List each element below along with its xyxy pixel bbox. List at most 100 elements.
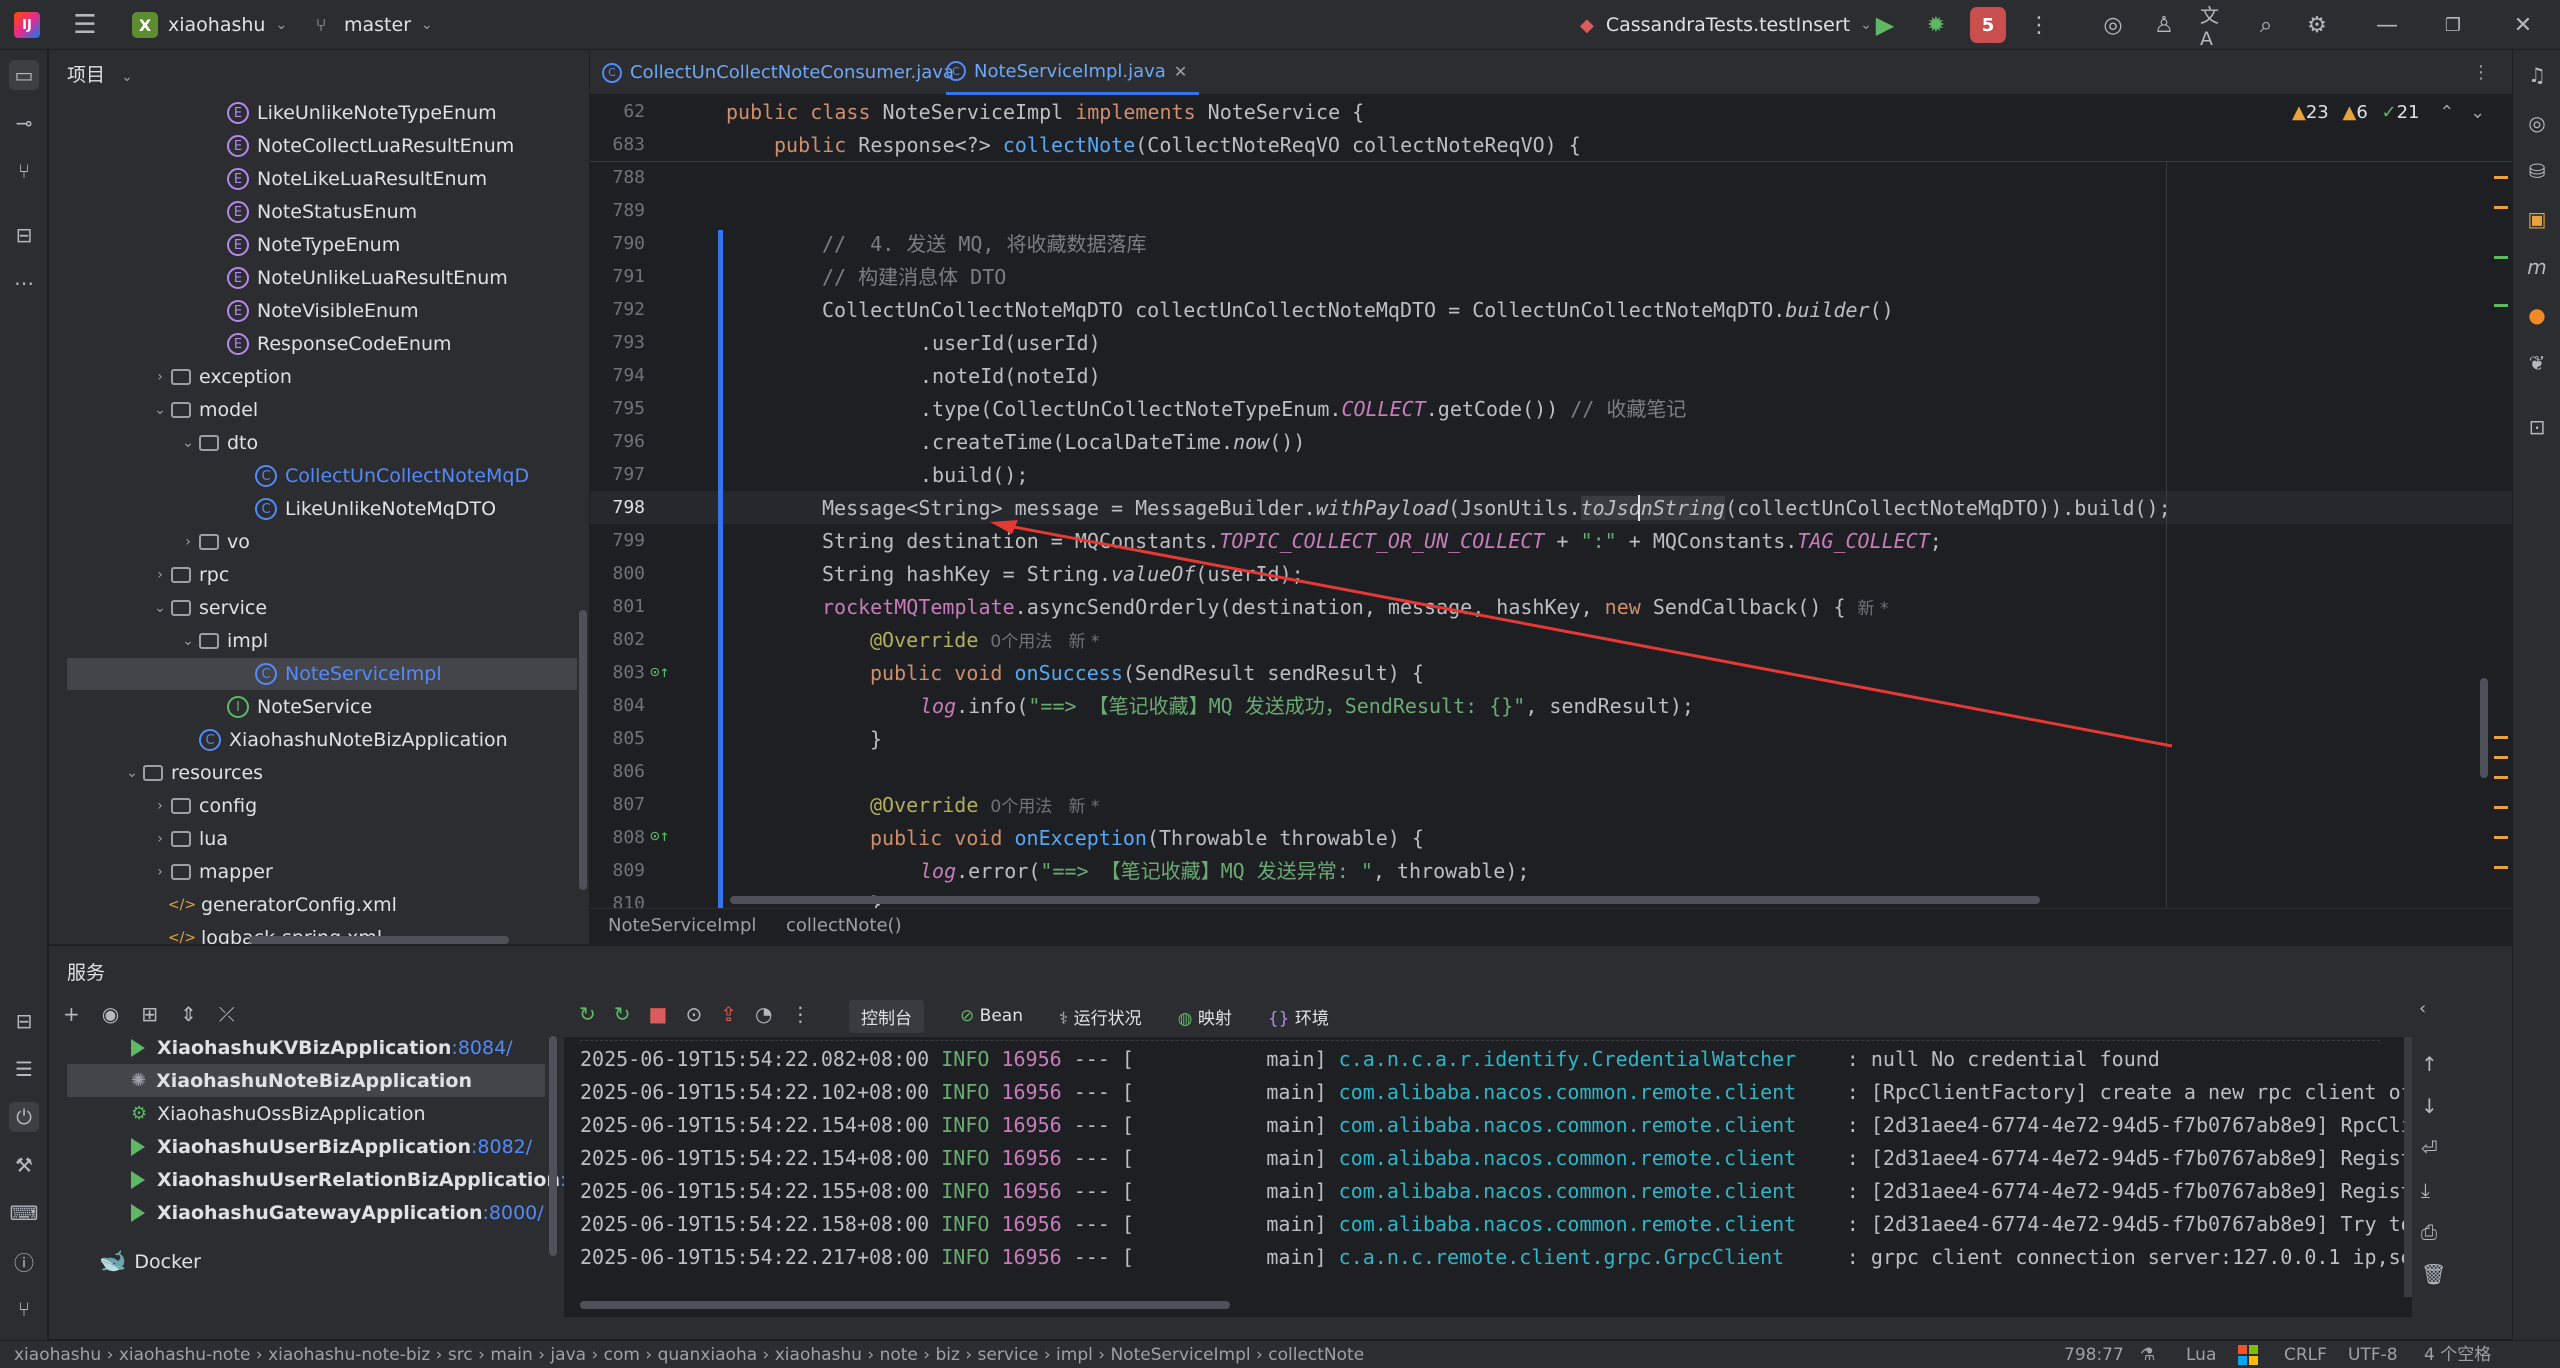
docker-node[interactable]: 🐋 Docker xyxy=(99,1245,201,1278)
path-segment[interactable]: service xyxy=(978,1345,1039,1365)
file-language[interactable]: Lua xyxy=(2186,1341,2216,1368)
log-logger[interactable]: com.alibaba.nacos.common.remote.client xyxy=(1339,1109,1811,1142)
tab-health[interactable]: ⚕ 运行状况 xyxy=(1059,1004,1142,1029)
tab-mappings[interactable]: ◍ 映射 xyxy=(1178,1004,1232,1029)
git-icon[interactable]: ⑂ xyxy=(9,1294,39,1324)
translate-panel-icon[interactable]: ⊡ xyxy=(2522,412,2552,442)
log-logger[interactable]: c.a.n.c.remote.client.grpc.GrpcClient xyxy=(1339,1241,1811,1274)
problems-icon[interactable]: ⓘ xyxy=(9,1246,39,1276)
service-app-item[interactable]: XiaohashuUserRelationBizApplication:8086… xyxy=(49,1163,621,1196)
screenshot-camera-icon[interactable]: ⊙ xyxy=(685,1002,702,1026)
path-segment[interactable]: impl xyxy=(1056,1345,1093,1365)
service-app-item[interactable]: ⚙ XiaohashuOssBizApplication xyxy=(49,1097,545,1130)
tree-item[interactable]: E NoteVisibleEnum xyxy=(49,295,579,327)
warning-stripe[interactable] xyxy=(2494,806,2508,809)
caret-position[interactable]: 798:77 xyxy=(2064,1341,2124,1368)
log-logger[interactable]: com.alibaba.nacos.common.remote.client xyxy=(1339,1175,1811,1208)
scroll-to-end-icon[interactable]: ⤓ xyxy=(2421,1178,2446,1202)
warning-stripe[interactable] xyxy=(2494,776,2508,779)
service-app-item[interactable]: XiaohashuKVBizApplication:8084/ xyxy=(49,1031,545,1064)
tab-bean[interactable]: ⊘ Bean xyxy=(960,1006,1023,1026)
path-segment[interactable]: quanxiaoha xyxy=(658,1345,758,1365)
debug-button[interactable]: ✹ xyxy=(1921,0,1951,50)
tab-environment[interactable]: {} 环境 xyxy=(1268,1004,1329,1029)
app-logo[interactable]: IJ xyxy=(14,0,40,50)
tree-item[interactable]: › rpc xyxy=(49,559,579,591)
extension-icon[interactable]: ● xyxy=(2522,300,2552,330)
tree-item[interactable]: E NoteCollectLuaResultEnum xyxy=(49,130,579,162)
arrow-up-icon[interactable]: ↑ xyxy=(2421,1052,2446,1076)
rerun-icon[interactable]: ↻ xyxy=(579,1002,596,1026)
warning-stripe[interactable] xyxy=(2494,836,2508,839)
maven-icon[interactable]: m xyxy=(2522,252,2552,282)
change-stripe[interactable] xyxy=(2494,256,2508,259)
path-segment[interactable]: note xyxy=(880,1345,918,1365)
warning-stripe[interactable] xyxy=(2494,206,2508,209)
log-logger[interactable]: c.a.n.c.a.r.identify.CredentialWatcher xyxy=(1339,1043,1811,1076)
chevron-right-icon[interactable]: › xyxy=(149,798,171,814)
tree-item[interactable]: C LikeUnlikeNoteMqDTO xyxy=(49,493,579,525)
tab-options-icon[interactable]: ⋮ xyxy=(2472,50,2490,95)
path-segment[interactable]: src xyxy=(448,1345,473,1365)
branch-switcher[interactable]: ⑂ master ⌄ xyxy=(306,0,433,50)
ai-assistant-icon[interactable]: ◎ xyxy=(2098,0,2128,50)
warning-stripe[interactable] xyxy=(2494,736,2508,739)
path-segment[interactable]: com xyxy=(604,1345,640,1365)
soft-wrap-icon[interactable]: ⏎ xyxy=(2421,1136,2446,1160)
console-output[interactable]: 2025-06-19T15:54:22.082+08:00 INFO 16956… xyxy=(564,1037,2412,1317)
chevron-down-icon[interactable]: ⌄ xyxy=(177,633,199,649)
structure-icon[interactable]: ⊟ xyxy=(9,220,39,250)
path-segment[interactable]: xiaohashu xyxy=(14,1345,101,1365)
tree-item[interactable]: ⌄ model xyxy=(49,394,579,426)
tab-console[interactable]: 控制台 xyxy=(849,999,924,1033)
search-icon[interactable]: ⌕ xyxy=(2251,0,2281,50)
pull-requests-icon[interactable]: ⑂ xyxy=(9,156,39,186)
chevron-right-icon[interactable]: › xyxy=(149,831,171,847)
path-segment[interactable]: java xyxy=(550,1345,586,1365)
tree-item[interactable]: › config xyxy=(49,790,579,822)
tree-item[interactable]: › mapper xyxy=(49,856,579,888)
warning-stripe[interactable] xyxy=(2494,866,2508,869)
editor-hscrollbar[interactable] xyxy=(730,896,2040,904)
collapse-arrow-icon[interactable]: ‹ xyxy=(2419,998,2426,1019)
notifications-bell-icon[interactable]: ♫ xyxy=(2522,60,2552,90)
tree-item[interactable]: </> generatorConfig.xml xyxy=(49,889,579,921)
path-segment[interactable]: biz xyxy=(935,1345,959,1365)
tree-item[interactable]: › vo xyxy=(49,526,579,558)
tree-item[interactable]: › exception xyxy=(49,361,579,393)
terminal-icon[interactable]: ⌨ xyxy=(9,1198,39,1228)
path-segment[interactable]: main xyxy=(490,1345,532,1365)
services-icon[interactable]: ⏻ xyxy=(9,1102,39,1132)
close-window-icon[interactable]: ✕ xyxy=(2508,0,2538,50)
trash-icon[interactable]: 🗑 xyxy=(2421,1262,2446,1286)
tree-item[interactable]: ⌄ resources xyxy=(49,757,579,789)
add-service-icon[interactable]: + xyxy=(63,1002,80,1026)
tree-item[interactable]: › lua xyxy=(49,823,579,855)
project-tool-folder-icon[interactable]: ▭ xyxy=(9,60,39,90)
path-segment[interactable]: xiaohashu-note-biz xyxy=(268,1345,430,1365)
new-group-icon[interactable]: ⊞ xyxy=(141,1002,158,1026)
close-tab-icon[interactable]: ✕ xyxy=(1174,62,1187,81)
chevron-right-icon[interactable]: › xyxy=(149,369,171,385)
tab-note-service-impl[interactable]: C NoteServiceImpl.java ✕ xyxy=(946,50,1200,95)
expand-all-icon[interactable]: ⇕ xyxy=(180,1002,197,1026)
service-port-link[interactable]: :8082/ xyxy=(471,1136,532,1158)
log-logger[interactable]: com.alibaba.nacos.common.remote.client xyxy=(1339,1076,1811,1109)
service-app-item[interactable]: ✺ XiaohashuNoteBizApplication xyxy=(67,1064,545,1097)
chevron-right-icon[interactable]: › xyxy=(149,864,171,880)
arrow-down-icon[interactable]: ↓ xyxy=(2421,1094,2446,1118)
indent-setting[interactable]: 4 个空格 xyxy=(2424,1341,2491,1368)
chevron-right-icon[interactable]: › xyxy=(149,567,171,583)
leaf-icon[interactable]: ❦ xyxy=(2522,348,2552,378)
service-app-item[interactable]: XiaohashuUserBizApplication:8082/ xyxy=(49,1130,545,1163)
main-menu-icon[interactable]: ☰ xyxy=(70,0,100,50)
plugin-icon[interactable]: ▣ xyxy=(2522,204,2552,234)
ai-chat-icon[interactable]: ◎ xyxy=(2522,108,2552,138)
run-config-selector[interactable]: ◆ CassandraTests.testInsert ⌄ xyxy=(1580,0,1872,50)
collapse-all-icon[interactable]: ⤫ xyxy=(219,1002,235,1026)
tree-item[interactable]: E LikeUnlikeNoteTypeEnum xyxy=(49,97,579,129)
restore-window-icon[interactable]: ❐ xyxy=(2438,0,2468,50)
tree-item[interactable]: ⌄ dto xyxy=(49,427,579,459)
tree-item[interactable]: C NoteServiceImpl xyxy=(67,658,577,690)
tree-item[interactable]: E NoteTypeEnum xyxy=(49,229,579,261)
